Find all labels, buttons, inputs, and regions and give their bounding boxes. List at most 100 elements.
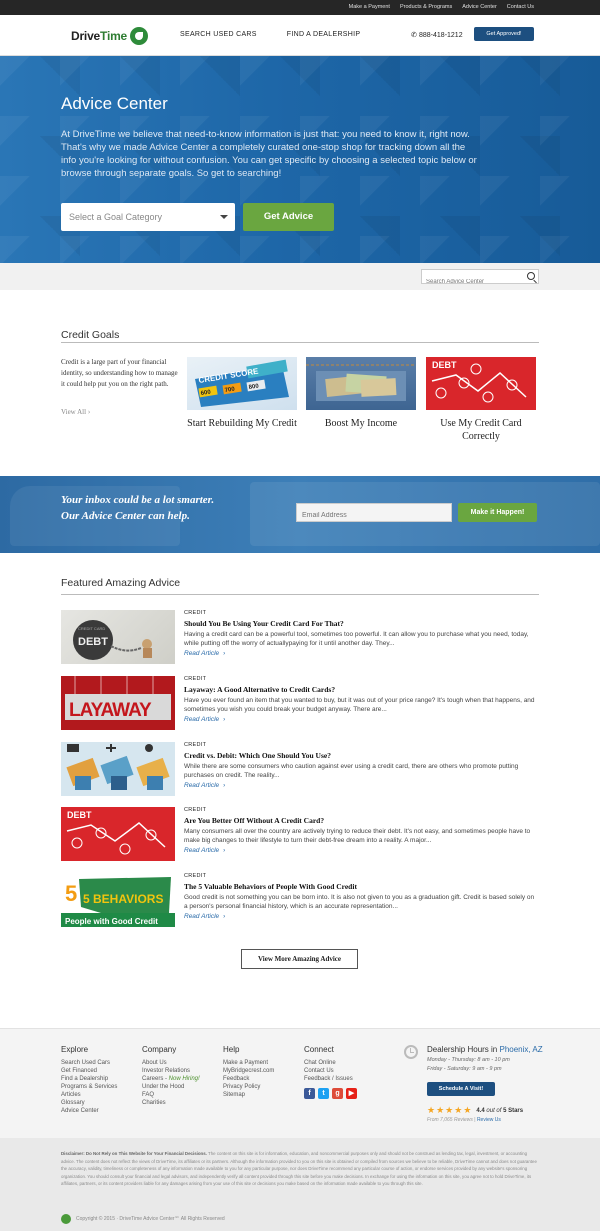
section-divider	[61, 594, 539, 595]
list-item: LAYAWAY CREDIT Layaway: A Good Alternati…	[61, 676, 539, 730]
advice-search-input[interactable]	[422, 275, 522, 289]
read-article-link[interactable]: Read Article ›	[184, 782, 539, 789]
twitter-icon[interactable]: t	[318, 1088, 329, 1099]
footer-column-title: Help	[223, 1045, 240, 1054]
read-article-link[interactable]: Read Article ›	[184, 650, 539, 657]
money-jeans-image	[306, 357, 416, 410]
article-title[interactable]: Credit vs. Debit: Which One Should You U…	[184, 751, 539, 760]
footer-link[interactable]: Contact Us	[304, 1067, 357, 1075]
article-thumbnail[interactable]: 5 5 BEHAVIORS People with Good Credit	[61, 873, 175, 927]
behaviors-illustration: 5 5 BEHAVIORS People with Good Credit	[61, 877, 175, 927]
view-more-advice-button[interactable]: View More Amazing Advice	[241, 949, 358, 969]
footer-link[interactable]: Programs & Services	[61, 1083, 117, 1091]
footer-link[interactable]: Sitemap	[223, 1091, 274, 1099]
hours-city-link[interactable]: Phoenix, AZ	[500, 1045, 543, 1054]
newsletter-band: Your inbox could be a lot smarter. Our A…	[0, 476, 600, 553]
nav-search-used-cars[interactable]: SEARCH USED CARS	[180, 31, 257, 38]
hours-title-text: Dealership Hours in	[427, 1045, 498, 1054]
footer-link[interactable]: Search Used Cars	[61, 1059, 117, 1067]
debt-ball-illustration: DEBT CREDIT CARD	[73, 620, 152, 660]
utility-link-payment[interactable]: Make a Payment	[349, 3, 390, 12]
utility-link-products[interactable]: Products & Programs	[400, 3, 452, 12]
credit-goal-card-income[interactable]: Boost My Income	[306, 357, 416, 430]
youtube-icon[interactable]: ▶	[346, 1088, 357, 1099]
article-thumbnail[interactable]: DEBT	[61, 807, 175, 861]
search-strip	[0, 263, 600, 290]
credit-goals-heading: Credit Goals	[61, 329, 120, 341]
list-item: DEBT CREDIT CARD CREDIT Should You Be Us…	[61, 610, 539, 664]
footer-link[interactable]: Articles	[61, 1091, 117, 1099]
reviews-count: From 7,065 Reviews	[427, 1117, 473, 1123]
google-plus-icon[interactable]: g	[332, 1088, 343, 1099]
drivetime-logo[interactable]: DriveTime	[71, 27, 149, 45]
read-article-link[interactable]: Read Article ›	[184, 847, 539, 854]
review-us-link[interactable]: Review Us	[477, 1117, 501, 1123]
article-thumbnail[interactable]: DEBT CREDIT CARD	[61, 610, 175, 664]
search-icon[interactable]	[527, 272, 535, 280]
star-icon: ★	[427, 1105, 436, 1115]
credit-goal-card-rebuild[interactable]: CREDIT SCORE 600 700 800 Start Rebuildin…	[187, 357, 297, 430]
footer-link-careers[interactable]: Careers - Now Hiring!	[142, 1075, 200, 1083]
phone-number[interactable]: ✆ 888-418-1212	[411, 31, 463, 39]
read-article-link[interactable]: Read Article ›	[184, 716, 539, 723]
article-thumbnail[interactable]	[61, 742, 175, 796]
copyright: Copyright © 2015 · DriveTime Advice Cent…	[61, 1214, 225, 1224]
chevron-right-icon: ›	[87, 408, 91, 416]
footer-column-title: Explore	[61, 1045, 89, 1054]
footer-link[interactable]: Investor Relations	[142, 1067, 200, 1075]
credit-goal-card-card-use[interactable]: DEBT Use My Credit Card Correctly	[426, 357, 536, 443]
goal-category-select[interactable]: Select a Goal Category	[61, 203, 235, 231]
article-thumbnail[interactable]: LAYAWAY	[61, 676, 175, 730]
thumb-behaviors-subtitle: People with Good Credit	[65, 917, 158, 926]
article-title[interactable]: The 5 Valuable Behaviors of People With …	[184, 882, 539, 891]
debt-label: DEBT	[432, 360, 457, 370]
read-article-link[interactable]: Read Article ›	[184, 913, 539, 920]
footer-link[interactable]: Advice Center	[61, 1107, 117, 1115]
utility-link-advice[interactable]: Advice Center	[462, 3, 497, 12]
footer-link[interactable]: Find a Dealership	[61, 1075, 117, 1083]
footer-column-explore: Explore Search Used Cars Get Financed Fi…	[61, 1045, 117, 1115]
make-it-happen-button[interactable]: Make it Happen!	[458, 503, 537, 522]
article-title[interactable]: Should You Be Using Your Credit Card For…	[184, 619, 539, 628]
footer-link[interactable]: Feedback	[223, 1075, 274, 1083]
star-icon: ★	[445, 1105, 454, 1115]
credit-goals-intro: Credit is a large part of your financial…	[61, 358, 178, 388]
nav-find-dealership[interactable]: FIND A DEALERSHIP	[287, 31, 361, 38]
footer-link[interactable]: Make a Payment	[223, 1059, 274, 1067]
footer-link[interactable]: MyBridgecrest.com	[223, 1067, 274, 1075]
phone-icon: ✆	[411, 32, 417, 39]
footer-link[interactable]: FAQ	[142, 1091, 200, 1099]
article-title[interactable]: Layaway: A Good Alternative to Credit Ca…	[184, 685, 539, 694]
chevron-right-icon: ›	[223, 782, 226, 789]
get-approved-button[interactable]: Get Approved!	[474, 27, 534, 41]
footer-link[interactable]: Charities	[142, 1099, 200, 1107]
facebook-icon[interactable]: f	[304, 1088, 315, 1099]
footer-link[interactable]: Under the Hood	[142, 1083, 200, 1091]
email-field[interactable]	[297, 507, 447, 524]
view-all-link[interactable]: View All ›	[61, 408, 90, 416]
footer-link[interactable]: Glossary	[61, 1099, 117, 1107]
article-title[interactable]: Are You Better Off Without A Credit Card…	[184, 816, 539, 825]
footer-link[interactable]: Get Financed	[61, 1067, 117, 1075]
footer-link[interactable]: Chat Online	[304, 1059, 357, 1067]
disclaimer-heading: Disclaimer: Do Not Rely on This Website …	[61, 1151, 207, 1156]
article-body: CREDIT Should You Be Using Your Credit C…	[184, 610, 539, 657]
featured-heading: Featured Amazing Advice	[61, 577, 181, 589]
utility-link-contact[interactable]: Contact Us	[507, 3, 534, 12]
footer-link[interactable]: Privacy Policy	[223, 1083, 274, 1091]
credit-score-image: CREDIT SCORE 600 700 800	[187, 357, 297, 410]
credit-score-illustration: CREDIT SCORE 600 700 800	[195, 359, 289, 407]
chevron-right-icon: ›	[223, 913, 226, 920]
chevron-right-icon: ›	[223, 716, 226, 723]
read-article-label: Read Article	[184, 913, 220, 920]
svg-text:5: 5	[65, 881, 77, 906]
credit-goal-label: Use My Credit Card Correctly	[440, 418, 522, 442]
thumb-debt-label: DEBT	[67, 810, 92, 820]
credit-debit-illustration	[66, 744, 170, 790]
footer-link[interactable]: About Us	[142, 1059, 200, 1067]
review-line: From 7,065 Reviews | Review Us	[427, 1117, 501, 1123]
footer-link[interactable]: Feedback / Issues	[304, 1075, 357, 1083]
get-advice-button[interactable]: Get Advice	[243, 203, 334, 231]
schedule-visit-button[interactable]: Schedule A Visit!	[427, 1082, 495, 1096]
thumb-credit-card-label: CREDIT CARD	[78, 626, 105, 631]
